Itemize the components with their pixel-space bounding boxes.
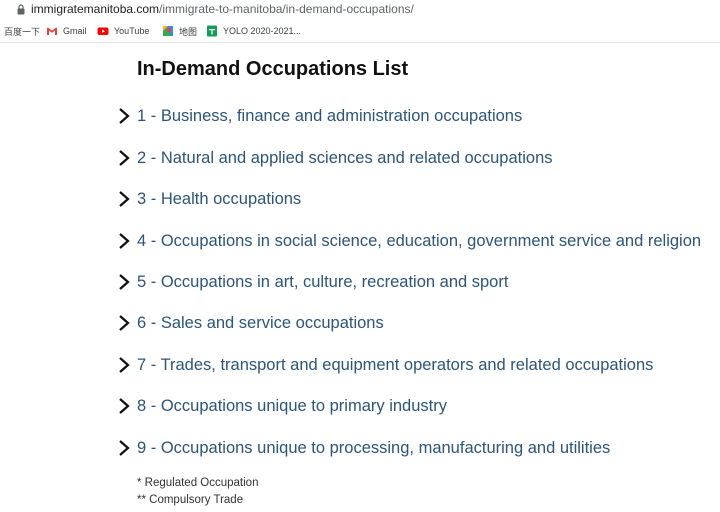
occupation-item-7[interactable]: 7 - Trades, transport and equipment oper…: [117, 353, 653, 377]
occupation-item-label: 1 - Business, finance and administration…: [137, 106, 523, 125]
chevron-right-icon: [119, 191, 130, 207]
bookmark-label: 地图: [179, 26, 198, 37]
chevron-right-icon: [119, 233, 130, 249]
bookmark-label: YouTube: [114, 26, 150, 36]
occupation-item-label: 8 - Occupations unique to primary indust…: [137, 396, 447, 415]
bookmark-maps[interactable]: 地图: [162, 24, 197, 38]
url-text[interactable]: immigratemanitoba.com/immigrate-to-manit…: [31, 2, 414, 16]
bookmarks-bar: 百度一下 Gmail YouTube 地图 YOLO 2020-2021...: [0, 20, 720, 43]
occupation-item-6[interactable]: 6 - Sales and service occupations: [117, 311, 384, 335]
occupation-item-3[interactable]: 3 - Health occupations: [117, 187, 301, 211]
occupation-item-9[interactable]: 9 - Occupations unique to processing, ma…: [117, 436, 610, 460]
address-bar[interactable]: immigratemanitoba.com/immigrate-to-manit…: [0, 0, 720, 20]
bookmark-gmail[interactable]: Gmail: [46, 24, 87, 38]
chevron-right-icon: [119, 274, 130, 290]
occupation-item-4[interactable]: 4 - Occupations in social science, educa…: [117, 229, 701, 253]
bookmark-baidu[interactable]: 百度一下: [4, 24, 40, 38]
regulated-occupation-note: * Regulated Occupation: [137, 477, 259, 489]
gmail-icon: [47, 27, 57, 35]
chevron-right-icon: [119, 440, 130, 456]
url-host: immigratemanitoba.com: [31, 2, 160, 16]
chevron-right-icon: [119, 357, 130, 373]
chevron-right-icon: [119, 398, 130, 414]
occupation-item-label: 7 - Trades, transport and equipment oper…: [137, 355, 654, 374]
maps-icon: [163, 26, 173, 36]
bookmark-label: 百度一下: [4, 26, 41, 37]
occupation-item-label: 2 - Natural and applied sciences and rel…: [137, 148, 553, 167]
bookmark-yolo[interactable]: YOLO 2020-2021...: [206, 24, 301, 38]
occupation-item-8[interactable]: 8 - Occupations unique to primary indust…: [117, 394, 447, 418]
lock-icon[interactable]: [17, 4, 25, 15]
bookmark-youtube[interactable]: YouTube: [97, 24, 149, 38]
occupation-item-label: 3 - Health occupations: [137, 189, 302, 208]
compulsory-trade-note: ** Compulsory Trade: [137, 494, 244, 506]
occupation-item-1[interactable]: 1 - Business, finance and administration…: [117, 104, 522, 128]
chevron-right-icon: [119, 108, 130, 124]
bookmark-label: YOLO 2020-2021...: [223, 26, 302, 36]
occupation-item-label: 6 - Sales and service occupations: [137, 313, 384, 332]
page-title: In-Demand Occupations List: [137, 58, 409, 80]
occupation-item-label: 9 - Occupations unique to processing, ma…: [137, 438, 611, 457]
url-path: /immigrate-to-manitoba/in-demand-occupat…: [159, 2, 414, 16]
youtube-icon: [97, 27, 109, 35]
chevron-right-icon: [119, 315, 130, 331]
bookmark-label: Gmail: [63, 26, 87, 36]
occupation-item-5[interactable]: 5 - Occupations in art, culture, recreat…: [117, 270, 508, 294]
occupation-item-label: 5 - Occupations in art, culture, recreat…: [137, 272, 509, 291]
chevron-right-icon: [119, 150, 130, 166]
page-content: In-Demand Occupations List 1 - Business,…: [0, 43, 720, 512]
occupation-item-label: 4 - Occupations in social science, educa…: [137, 231, 702, 250]
occupation-item-2[interactable]: 2 - Natural and applied sciences and rel…: [117, 146, 553, 170]
sheets-icon: [207, 25, 217, 37]
